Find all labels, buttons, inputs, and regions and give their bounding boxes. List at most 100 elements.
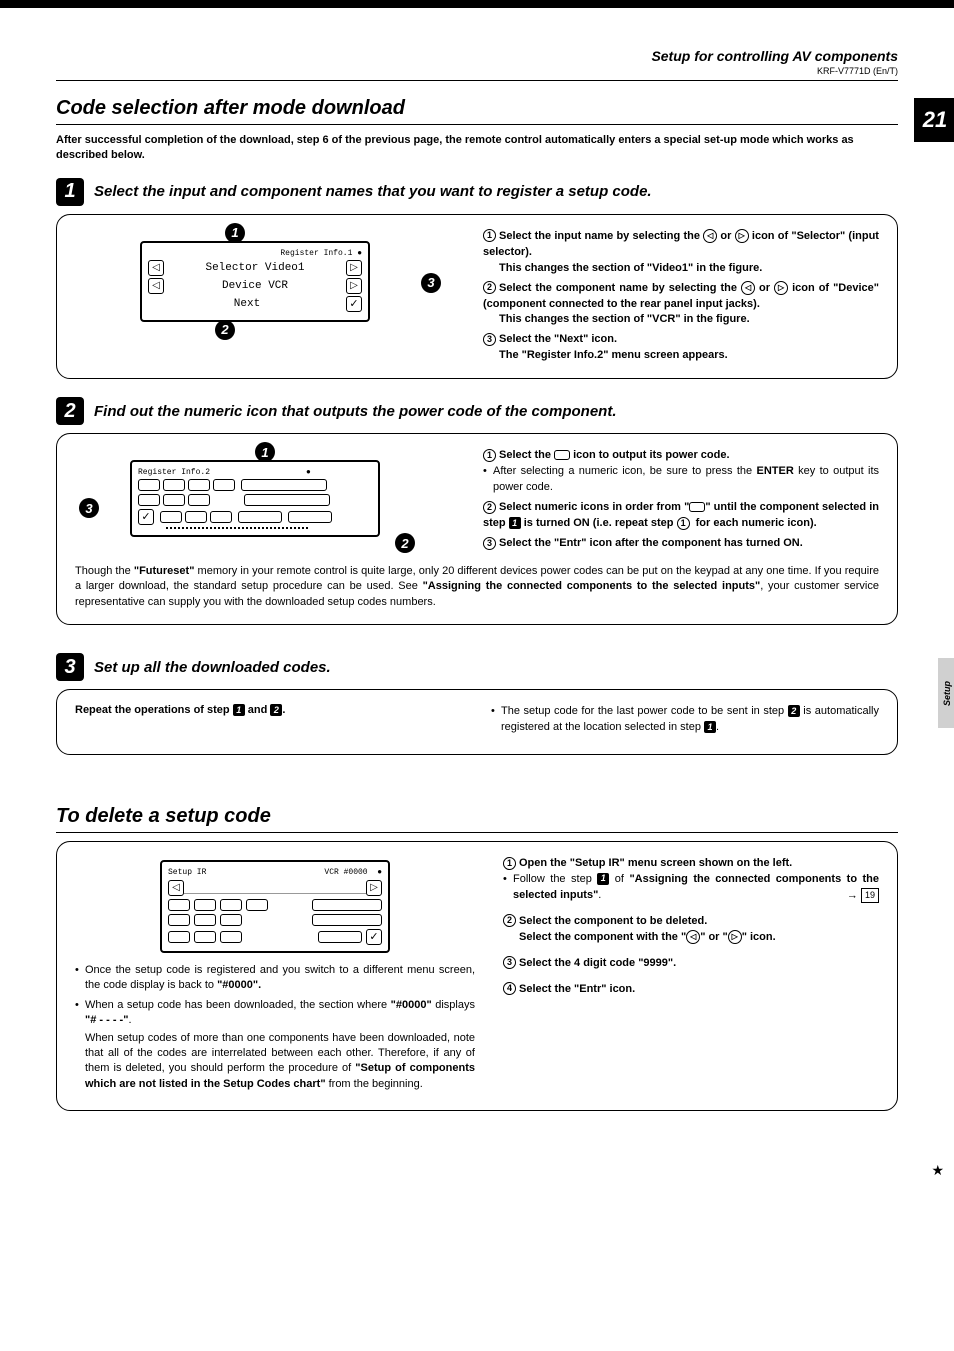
t: When a setup code has been downloaded, t… — [85, 999, 387, 1011]
t: . — [598, 889, 601, 901]
right-arrow-icon: ▷ — [735, 229, 749, 243]
step3-number: 3 — [56, 653, 84, 681]
substep-3-icon: 3 — [503, 956, 516, 969]
step1-figure: 1 3 2 Register Info.1 ● ◁ Selector Video… — [75, 229, 455, 334]
t: " or " — [700, 931, 728, 943]
step2-instructions: 1Select the icon to output its power cod… — [483, 448, 879, 552]
right-arrow-icon: ▷ — [346, 260, 362, 276]
delete-figure: Setup IRVCR #0000 ● ◁ ▷ — [75, 856, 475, 963]
ref-step-1: 1 — [233, 704, 245, 716]
t: Select the component to be deleted. — [519, 915, 707, 927]
t: "Assigning the connected components to t… — [423, 580, 761, 592]
callout-2: 2 — [215, 320, 235, 340]
numeric-icon — [554, 450, 570, 460]
step1-title: Select the input and component names tha… — [94, 183, 652, 200]
section-title: Setup for controlling AV components — [56, 48, 898, 64]
substep-4-icon: 4 — [503, 982, 516, 995]
ref-step-1: 1 — [704, 721, 716, 733]
substep-2-icon: 2 — [503, 914, 516, 927]
t: Select the 4 digit code "9999". — [519, 957, 676, 969]
t: The setup code for the last power code t… — [501, 705, 784, 717]
heading-delete: To delete a setup code — [56, 805, 898, 833]
futureset-note: Though the "Futureset" memory in your re… — [75, 564, 879, 610]
left-arrow-icon: ◁ — [703, 229, 717, 243]
lcd-screen-2: Register Info.2 ● ✓ — [130, 460, 380, 537]
t: from the beginning. — [329, 1078, 423, 1090]
star-icon: ★ — [931, 1162, 944, 1179]
ref-step-1: 1 — [597, 873, 609, 885]
callout-3: 3 — [79, 498, 99, 518]
delete-instructions: 1Open the "Setup IR" menu screen shown o… — [503, 856, 879, 1096]
t: This changes the section of "Video1" in … — [483, 261, 879, 277]
callout-2: 2 — [395, 533, 415, 553]
ref-step-2: 2 — [270, 704, 282, 716]
lcd-row2: Device VCR — [222, 280, 288, 292]
delete-panel: Setup IRVCR #0000 ● ◁ ▷ — [56, 841, 898, 1111]
t: "Futureset" — [134, 565, 195, 577]
left-arrow-icon: ◁ — [168, 880, 184, 896]
page-number-tab: 21 — [914, 98, 954, 142]
t: " icon. — [742, 931, 776, 943]
callout-3: 3 — [421, 273, 441, 293]
step2-figure: 1 3 2 Register Info.2 ● — [75, 448, 455, 549]
t: Once the setup code is registered and yo… — [85, 964, 475, 991]
t: Though the — [75, 565, 131, 577]
t: Select the "Next" icon. — [499, 333, 617, 345]
divider — [56, 80, 898, 81]
check-icon: ✓ — [366, 929, 382, 945]
substep-2-icon: 2 — [483, 281, 496, 294]
t: "#0000". — [217, 979, 261, 991]
t: icon to output its power code. — [573, 449, 729, 461]
left-arrow-icon: ◁ — [148, 278, 164, 294]
t: . — [128, 1014, 131, 1026]
intro-span: After successful completion of the downl… — [56, 134, 854, 161]
left-arrow-icon: ◁ — [686, 930, 700, 944]
substep-3-icon: 3 — [483, 537, 496, 550]
right-arrow-icon: ▷ — [346, 278, 362, 294]
step1-header: 1 Select the input and component names t… — [56, 178, 898, 206]
substep-2-icon: 2 — [483, 501, 496, 514]
intro-text: After successful completion of the downl… — [56, 133, 898, 164]
delete-left-notes: Once the setup code is registered and yo… — [75, 963, 475, 1092]
t: is turned ON (i.e. repeat step — [524, 517, 674, 529]
t: or — [720, 230, 731, 242]
numeric-icon — [689, 502, 705, 512]
lcd-row3: Next — [234, 298, 260, 310]
step2-number: 2 — [56, 397, 84, 425]
t: Repeat the operations of step — [75, 704, 230, 716]
t: and — [248, 704, 268, 716]
substep-1-icon: 1 — [503, 857, 516, 870]
check-icon: ✓ — [138, 509, 154, 525]
side-tab-setup: Setup — [938, 658, 954, 728]
lcd-screen-1: Register Info.1 ● ◁ Selector Video1 ▷ ◁ … — [140, 241, 370, 322]
t: Follow the step — [513, 873, 592, 885]
step1-instructions: 1Select the input name by selecting the … — [483, 229, 879, 365]
heading-code-selection: Code selection after mode download — [56, 97, 898, 125]
t: Select the — [499, 449, 551, 461]
substep-1-icon: 1 — [483, 449, 496, 462]
t: Select numeric icons in order from " — [499, 501, 689, 513]
t: Select the component name by selecting t… — [499, 282, 737, 294]
t: After selecting a numeric icon, be sure … — [493, 465, 752, 477]
t: This changes the section of "VCR" in the… — [483, 312, 879, 328]
ref-substep-1: 1 — [677, 517, 690, 530]
right-arrow-icon: ▷ — [366, 880, 382, 896]
t: for each numeric icon). — [696, 517, 817, 529]
t: of — [615, 873, 624, 885]
top-bar — [0, 0, 954, 8]
callout-1: 1 — [255, 442, 275, 462]
model-id: KRF-V7771D (En/T) — [56, 66, 898, 76]
step3-title: Set up all the downloaded codes. — [94, 659, 331, 676]
substep-1-icon: 1 — [483, 229, 496, 242]
step3-header: 3 Set up all the downloaded codes. — [56, 653, 898, 681]
step1-panel: 1 3 2 Register Info.1 ● ◁ Selector Video… — [56, 214, 898, 380]
step3-panel: Repeat the operations of step 1 and 2. T… — [56, 689, 898, 755]
lcd-screen-delete: Setup IRVCR #0000 ● ◁ ▷ — [160, 860, 390, 953]
t: Open the "Setup IR" menu screen shown on… — [519, 857, 792, 869]
ref-step-1: 1 — [509, 517, 521, 529]
t: The "Register Info.2" menu screen appear… — [483, 348, 879, 364]
t: or — [759, 282, 770, 294]
left-arrow-icon: ◁ — [148, 260, 164, 276]
t: displays — [435, 999, 475, 1011]
t: Select the input name by selecting the — [499, 230, 700, 242]
